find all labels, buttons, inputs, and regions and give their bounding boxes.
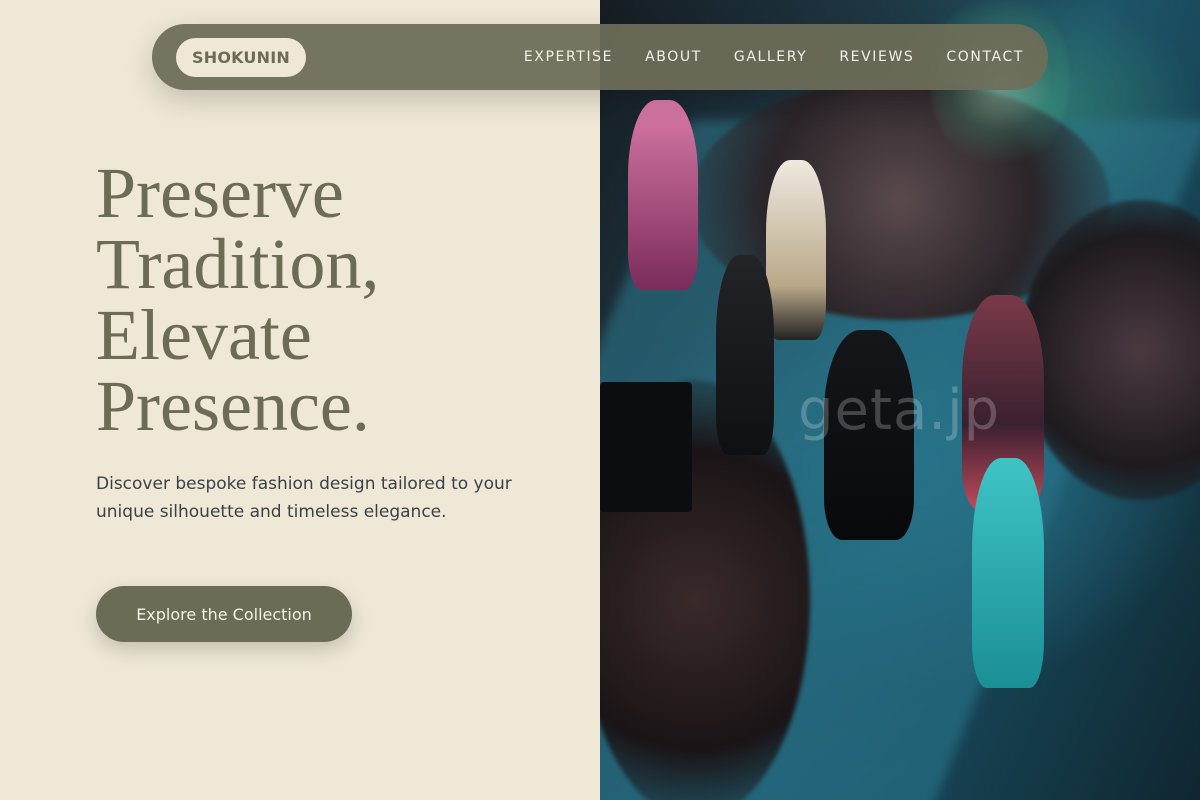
model-figure (716, 255, 774, 455)
hero-description: Discover bespoke fashion design tailored… (96, 474, 512, 522)
hero-headline-line: Presence. (96, 366, 370, 446)
hero-fashion-runway-photo: geta.jp (600, 0, 1200, 800)
hero-headline-line: Tradition, (96, 224, 380, 304)
hero-headline-line: Preserve (96, 153, 344, 233)
hero-headline-line: Elevate (96, 295, 312, 375)
top-navbar: SHOKUNIN EXPERTISE ABOUT GALLERY REVIEWS… (152, 24, 1048, 90)
nav-link-contact[interactable]: CONTACT (946, 49, 1024, 65)
brand-logo[interactable]: SHOKUNIN (176, 37, 306, 77)
speaker-box (600, 382, 692, 512)
watermark-text: geta.jp (798, 378, 1001, 443)
nav-link-reviews[interactable]: REVIEWS (839, 49, 914, 65)
model-figure (972, 458, 1044, 688)
nav-links: EXPERTISE ABOUT GALLERY REVIEWS CONTACT (524, 49, 1024, 65)
nav-link-about[interactable]: ABOUT (645, 49, 702, 65)
nav-link-expertise[interactable]: EXPERTISE (524, 49, 613, 65)
hero-headline: Preserve Tradition, Elevate Presence. (96, 153, 556, 446)
nav-link-gallery[interactable]: GALLERY (734, 49, 807, 65)
model-figure (628, 100, 698, 290)
explore-collection-button[interactable]: Explore the Collection (96, 586, 352, 642)
model-figure (766, 160, 826, 340)
